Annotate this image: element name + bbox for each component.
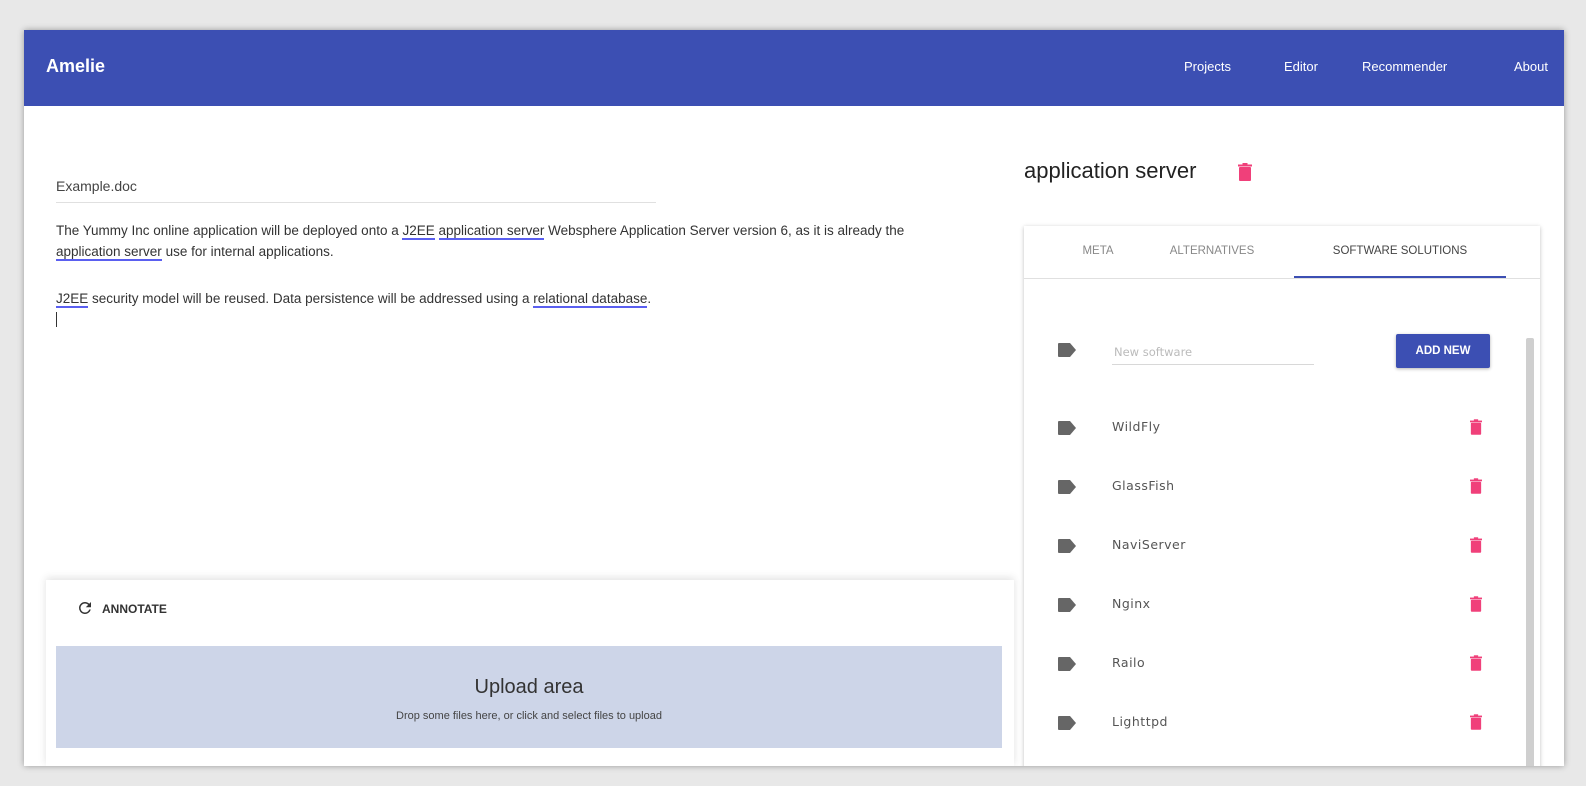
trash-icon	[1238, 163, 1252, 181]
text-segment: use for internal applications.	[161, 244, 334, 259]
nav-projects[interactable]: Projects	[1184, 59, 1231, 74]
nav-about[interactable]: About	[1514, 59, 1548, 74]
delete-software-button[interactable]	[1470, 596, 1482, 617]
delete-concept-button[interactable]	[1238, 163, 1252, 186]
label-icon	[1058, 343, 1076, 357]
add-new-button[interactable]: ADD NEW	[1396, 334, 1490, 368]
list-item: WildFly	[1024, 408, 1524, 448]
upload-dropzone[interactable]: Upload area Drop some files here, or cli…	[56, 646, 1002, 748]
app-title[interactable]: Amelie	[46, 56, 105, 77]
label-icon	[1058, 598, 1076, 612]
list-item: GlassFish	[1024, 467, 1524, 507]
app-window: Amelie Projects Editor Recommender About…	[24, 30, 1564, 766]
text-segment: Websphere Application Server version 6, …	[544, 223, 905, 238]
delete-software-button[interactable]	[1470, 655, 1482, 676]
document-paragraph-2[interactable]: J2EE security model will be reused. Data…	[56, 288, 966, 309]
refresh-icon	[76, 599, 94, 620]
software-name: Lighttpd	[1112, 714, 1168, 729]
new-software-row: ADD NEW	[1024, 330, 1524, 370]
annotation-j2ee[interactable]: J2EE	[402, 223, 435, 240]
upload-hint: Drop some files here, or click and selec…	[396, 710, 662, 722]
delete-software-button[interactable]	[1470, 714, 1482, 735]
software-name: Nginx	[1112, 596, 1151, 611]
annotation-application-server[interactable]: application server	[438, 223, 545, 240]
label-icon	[1058, 539, 1076, 553]
list-item: NaviServer	[1024, 526, 1524, 566]
software-name: NaviServer	[1112, 537, 1186, 552]
software-name: WildFly	[1112, 419, 1161, 434]
upload-title: Upload area	[474, 676, 584, 698]
document-paragraph-1[interactable]: The Yummy Inc online application will be…	[56, 220, 966, 262]
annotate-label: ANNOTATE	[102, 602, 167, 616]
tab-alternatives[interactable]: ALTERNATIVES	[1152, 226, 1272, 276]
annotation-j2ee[interactable]: J2EE	[56, 291, 89, 308]
trash-icon	[1470, 478, 1482, 494]
nav-recommender[interactable]: Recommender	[1362, 59, 1447, 74]
tab-meta[interactable]: META	[1068, 226, 1128, 276]
annotation-application-server[interactable]: application server	[56, 244, 162, 261]
software-name: GlassFish	[1112, 478, 1175, 493]
concept-card: META ALTERNATIVES SOFTWARE SOLUTIONS ADD…	[1024, 226, 1540, 766]
delete-software-button[interactable]	[1470, 537, 1482, 558]
label-icon	[1058, 716, 1076, 730]
tab-bar: META ALTERNATIVES SOFTWARE SOLUTIONS	[1024, 226, 1540, 279]
nav-editor[interactable]: Editor	[1284, 59, 1318, 74]
list-item: Lighttpd	[1024, 703, 1524, 743]
delete-software-button[interactable]	[1470, 419, 1482, 440]
app-bar: Amelie Projects Editor Recommender About	[24, 30, 1564, 106]
text-segment: security model will be reused. Data pers…	[88, 291, 534, 306]
text-segment	[435, 223, 439, 238]
list-item: Railo	[1024, 644, 1524, 684]
text-segment: .	[647, 291, 652, 306]
software-name: Railo	[1112, 655, 1146, 670]
trash-icon	[1470, 655, 1482, 671]
annotate-card: ANNOTATE Upload area Drop some files her…	[46, 580, 1014, 766]
annotate-button[interactable]: ANNOTATE	[76, 594, 167, 624]
new-software-input[interactable]	[1112, 340, 1314, 365]
trash-icon	[1470, 419, 1482, 435]
tab-software-solutions[interactable]: SOFTWARE SOLUTIONS	[1294, 226, 1506, 278]
trash-icon	[1470, 537, 1482, 553]
label-icon	[1058, 657, 1076, 671]
concept-title: application server	[1024, 158, 1197, 183]
trash-icon	[1470, 596, 1482, 612]
label-icon	[1058, 480, 1076, 494]
annotation-relational-database[interactable]: relational database	[533, 291, 648, 308]
software-list: ADD NEW WildFly GlassFish NaviServer Ngi…	[1024, 278, 1540, 766]
scrollbar[interactable]	[1526, 338, 1534, 766]
trash-icon	[1470, 714, 1482, 730]
list-item: Nginx	[1024, 585, 1524, 625]
delete-software-button[interactable]	[1470, 478, 1482, 499]
label-icon	[1058, 421, 1076, 435]
text-caret	[56, 312, 57, 327]
document-name-field[interactable]: Example.doc	[56, 170, 656, 203]
text-segment: The Yummy Inc online application will be…	[56, 223, 403, 238]
